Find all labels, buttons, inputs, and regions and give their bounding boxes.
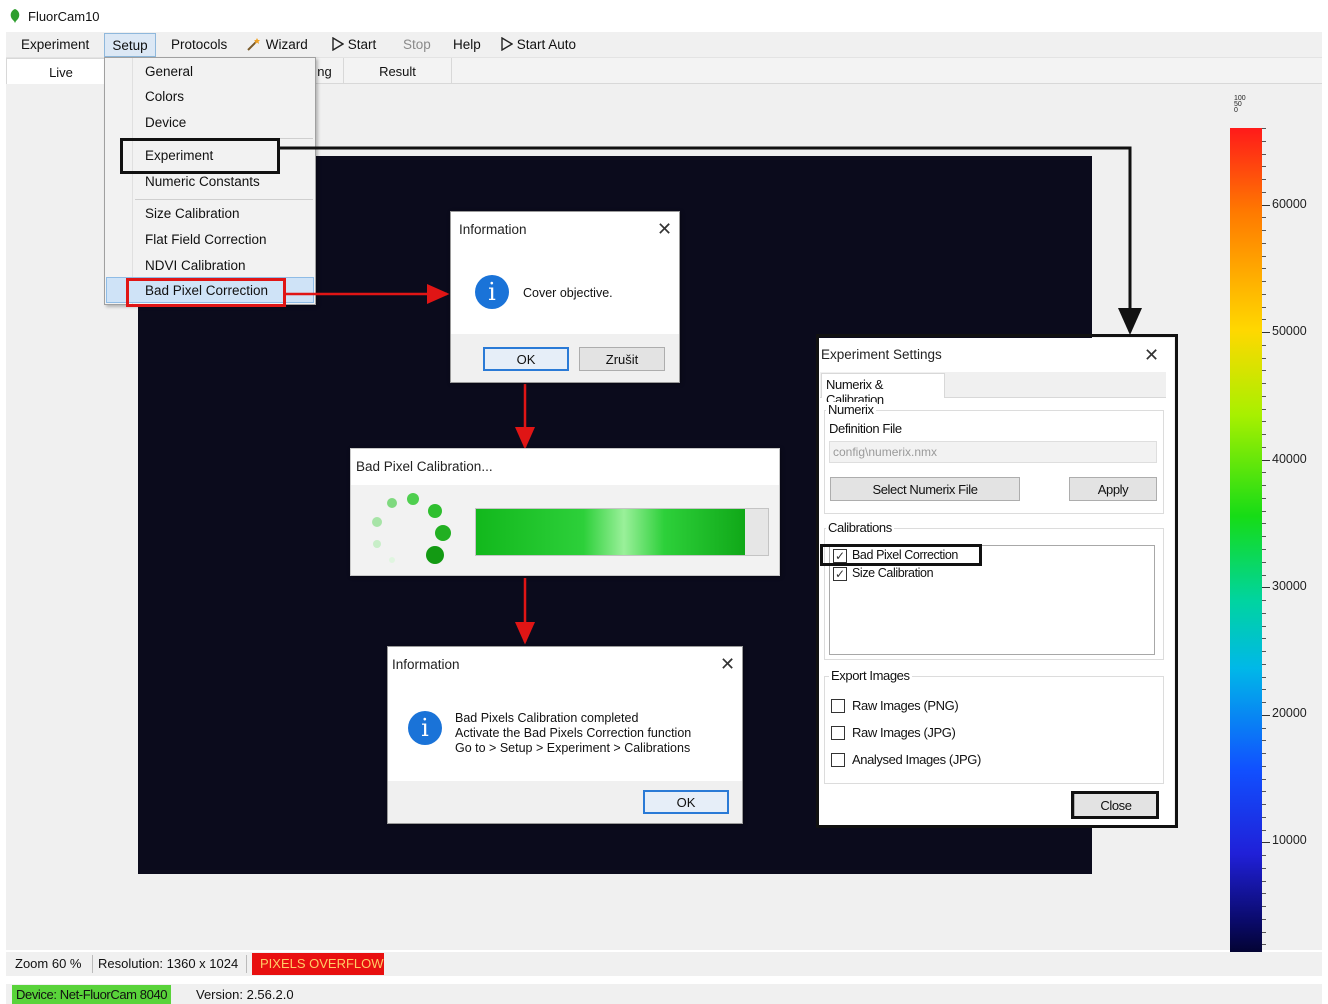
ok-button[interactable]: OK bbox=[643, 790, 729, 814]
dialog-footer: OK bbox=[388, 781, 742, 823]
ok-button[interactable]: OK bbox=[483, 347, 569, 371]
highlight-settings-frame bbox=[816, 334, 1178, 828]
close-icon[interactable]: ✕ bbox=[720, 655, 735, 673]
close-icon[interactable]: ✕ bbox=[657, 220, 672, 238]
cancel-button[interactable]: Zrušit bbox=[579, 347, 665, 371]
highlight-close-button bbox=[1071, 791, 1159, 819]
progress-fill bbox=[476, 509, 745, 555]
info-icon: i bbox=[408, 711, 442, 745]
bad-pixel-progress-dialog: Bad Pixel Calibration... bbox=[350, 448, 780, 576]
dialog-message: Cover objective. bbox=[523, 286, 613, 300]
arrow-to-experiment-settings bbox=[280, 146, 1142, 335]
dialog-title: Information bbox=[392, 657, 460, 672]
cover-objective-dialog: Information ✕ i Cover objective. OK Zruš… bbox=[450, 211, 680, 383]
progress-track bbox=[475, 508, 769, 556]
completed-line-2: Activate the Bad Pixels Correction funct… bbox=[455, 726, 692, 740]
calibration-completed-dialog: Information ✕ i Bad Pixels Calibration c… bbox=[387, 646, 743, 824]
completed-line-1: Bad Pixels Calibration completed bbox=[455, 711, 639, 725]
dialog-footer: OK Zrušit bbox=[451, 334, 679, 382]
info-icon: i bbox=[475, 275, 509, 309]
dialog-title: Information bbox=[459, 222, 527, 237]
completed-line-3: Go to > Setup > Experiment > Calibration… bbox=[455, 741, 691, 755]
highlight-bad-pixel-checkbox bbox=[820, 544, 982, 566]
spinner-icon bbox=[372, 493, 451, 564]
dialog-title: Bad Pixel Calibration... bbox=[356, 459, 493, 474]
